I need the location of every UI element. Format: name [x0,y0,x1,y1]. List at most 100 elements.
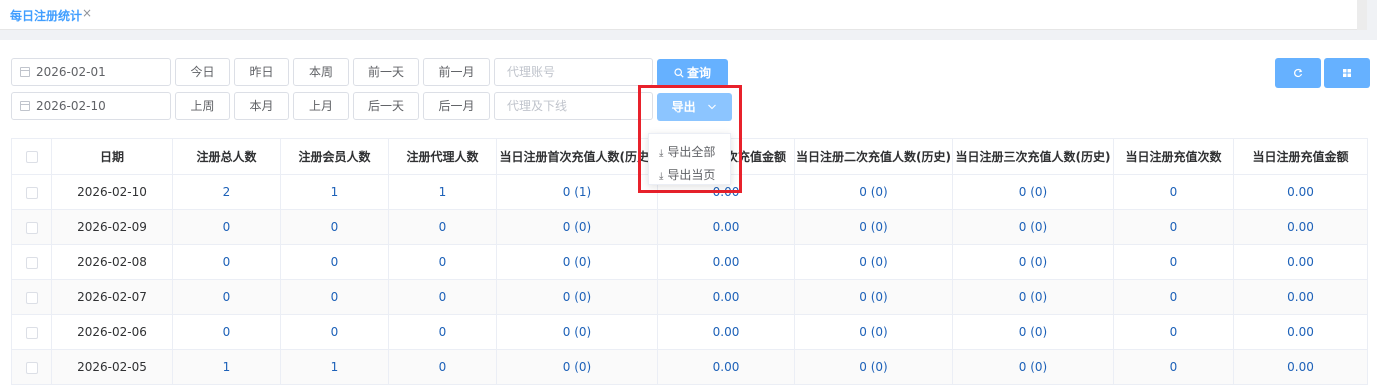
value-cell: 0 (0) [794,174,953,210]
this-week-button[interactable]: 本周 [293,58,349,86]
value-cell: 0 (0) [952,209,1114,245]
next-month-button[interactable]: 后一月 [423,92,490,120]
value-cell: 1 [280,349,389,385]
value-cell: 0 (0) [496,244,658,280]
value-cell: 0 (0) [794,244,953,280]
value-cell: 0.00 [657,349,795,385]
start-date-picker[interactable]: 2026-02-01 [11,58,171,86]
col-header[interactable]: 注册总人数 [172,138,281,175]
value-cell: 0 [280,209,389,245]
value-cell: 0 [280,244,389,280]
select-all-checkbox[interactable] [25,151,38,163]
value-cell: 2 [172,174,281,210]
value-cell: 0 (0) [794,314,953,350]
row-checkbox[interactable] [25,361,38,374]
export-all-item[interactable]: ⤓ 导出全部 [659,143,715,160]
row-checkbox[interactable] [25,186,38,199]
date-cell: 2026-02-05 [51,349,173,385]
next-day-button[interactable]: 后一天 [353,92,419,120]
tab-close-icon[interactable]: × [82,6,92,20]
grid-icon [1343,69,1351,77]
value-cell: 0.00 [1233,209,1368,245]
date-cell: 2026-02-09 [51,209,173,245]
export-page-label: 导出当页 [667,168,716,182]
export-page-item[interactable]: ⤓ 导出当页 [659,166,715,183]
export-dropdown-menu: ⤓ 导出全部 ⤓ 导出当页 [648,133,731,185]
query-button[interactable]: 查询 [657,59,728,87]
end-date-picker[interactable]: 2026-02-10 [11,92,171,120]
value-cell: 0 (0) [952,314,1114,350]
value-cell: 0 (0) [794,349,953,385]
row-checkbox[interactable] [25,326,38,339]
row-select-cell[interactable] [11,174,52,210]
value-cell: 0 (0) [952,279,1114,315]
value-cell: 0 [1113,314,1234,350]
value-cell: 0 [172,244,281,280]
value-cell: 0 [280,279,389,315]
row-select-cell[interactable] [11,349,52,385]
date-cell: 2026-02-10 [51,174,173,210]
value-cell: 0 [172,279,281,315]
prev-day-button[interactable]: 前一天 [353,58,419,86]
table-row[interactable]: 2026-02-09 0 0 0 0 (0) 0.00 0 (0) 0 (0) 0 0.00 [11,209,1368,245]
agent-account-field[interactable] [495,59,652,85]
prev-month-button[interactable]: 前一月 [423,58,490,86]
row-select-cell[interactable] [11,314,52,350]
today-button[interactable]: 今日 [175,58,230,86]
row-select-cell[interactable] [11,209,52,245]
table-row[interactable]: 2026-02-07 0 0 0 0 (0) 0.00 0 (0) 0 (0) 0 0.00 [11,279,1368,315]
value-cell: 0.00 [1233,244,1368,280]
row-checkbox[interactable] [25,256,38,269]
value-cell: 0 [1113,349,1234,385]
value-cell: 0 (0) [794,209,953,245]
value-cell: 0 [1113,244,1234,280]
value-cell: 0 (0) [952,349,1114,385]
table-row[interactable]: 2026-02-08 0 0 0 0 (0) 0.00 0 (0) 0 (0) 0 0.00 [11,244,1368,280]
search-icon [674,68,684,78]
value-cell: 0.00 [1233,349,1368,385]
value-cell: 0 (1) [496,174,658,210]
agent-downline-field[interactable] [495,93,652,119]
col-header[interactable]: 当日注册充值金额 [1233,138,1368,175]
select-all-cell[interactable] [11,138,52,175]
agent-downline-input[interactable] [494,92,653,120]
refresh-button[interactable] [1275,58,1321,88]
value-cell: 0 [172,314,281,350]
download-icon: ⤓ [659,171,664,182]
scrollbar[interactable] [1357,0,1367,30]
row-checkbox[interactable] [25,291,38,304]
col-header[interactable]: 当日注册二次充值人数(历史) [794,138,953,175]
value-cell: 1 [280,174,389,210]
row-select-cell[interactable] [11,279,52,315]
col-header[interactable]: 当日注册充值次数 [1113,138,1234,175]
yesterday-button[interactable]: 昨日 [234,58,289,86]
start-date-value: 2026-02-01 [36,65,106,79]
refresh-icon [1294,68,1303,78]
row-checkbox[interactable] [25,221,38,234]
value-cell: 0 (0) [794,279,953,315]
this-month-button[interactable]: 本月 [234,92,289,120]
grid-view-button[interactable] [1324,58,1370,88]
row-select-cell[interactable] [11,244,52,280]
agent-account-input[interactable] [494,58,653,86]
value-cell: 0 [1113,209,1234,245]
table-row[interactable]: 2026-02-06 0 0 0 0 (0) 0.00 0 (0) 0 (0) 0 0.00 [11,314,1368,350]
value-cell: 0 (0) [952,244,1114,280]
tab-bar: 每日注册统计 × [0,0,1367,30]
col-header[interactable]: 日期 [51,138,173,175]
col-header[interactable]: 注册代理人数 [388,138,497,175]
value-cell: 0.00 [657,209,795,245]
download-icon: ⤓ [659,148,664,159]
value-cell: 0 (0) [496,279,658,315]
col-header[interactable]: 注册会员人数 [280,138,389,175]
value-cell: 0.00 [657,244,795,280]
value-cell: 0 [388,279,497,315]
value-cell: 0.00 [1233,314,1368,350]
last-month-button[interactable]: 上月 [293,92,349,120]
col-header[interactable]: 当日注册三次充值人数(历史) [952,138,1114,175]
value-cell: 0 [388,314,497,350]
last-week-button[interactable]: 上周 [175,92,230,120]
tab-daily-registration[interactable]: 每日注册统计 [10,7,82,24]
table-row[interactable]: 2026-02-05 1 1 0 0 (0) 0.00 0 (0) 0 (0) 0 0.00 [11,349,1368,385]
col-header[interactable]: 当日注册首次充值人数(历史) [496,138,658,175]
